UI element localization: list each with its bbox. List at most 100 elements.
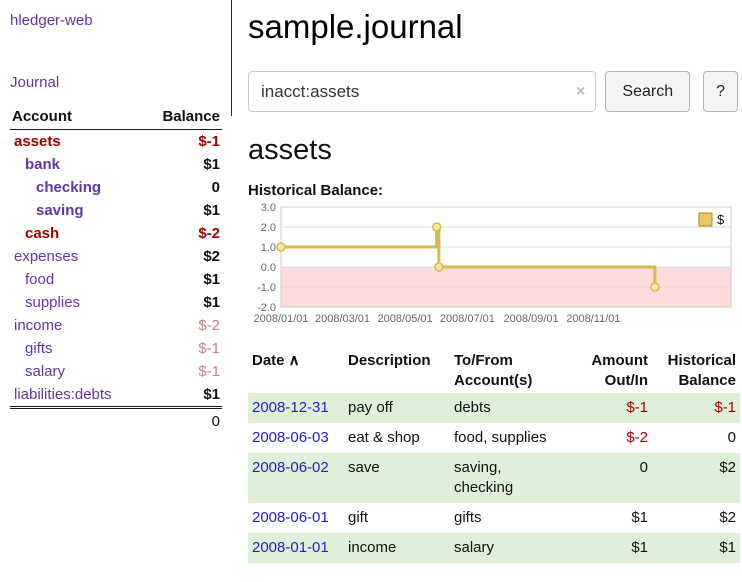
account-row: bank $1 [10,153,222,176]
register-description: income [344,533,450,563]
svg-text:2008/01/01: 2008/01/01 [253,313,308,325]
register-header-row: Date ∧DescriptionTo/From Account(s)Amoun… [248,349,740,393]
account-link-expenses[interactable]: expenses [14,248,78,265]
register-description: pay off [344,393,450,423]
chart-title: Historical Balance: [248,182,738,199]
svg-text:2008/03/01: 2008/03/01 [315,313,370,325]
account-row: salary $-1 [10,360,222,383]
account-link-food[interactable]: food [25,271,54,288]
account-row: liabilities:debts $1 [10,383,222,408]
account-balance: $-1 [143,130,222,154]
register-row: 2008-06-02savesaving, checking0$2 [248,453,740,503]
register-balance: $2 [652,503,740,533]
register-header-date[interactable]: Date ∧ [248,349,344,393]
transaction-date-link[interactable]: 2008-06-01 [252,509,329,526]
account-name-cell: assets [10,130,143,154]
account-balance: $2 [143,245,222,268]
register-header-historical-balance: Historical Balance [652,349,740,393]
register-amount: 0 [572,453,652,503]
account-link-cash[interactable]: cash [25,225,59,242]
accounts-header-balance: Balance [143,104,222,130]
account-name-cell: cash [10,222,143,245]
svg-text:$: $ [717,212,725,227]
account-balance: $-2 [143,314,222,337]
transaction-date-link[interactable]: 2008-01-01 [252,539,329,556]
account-name-cell: expenses [10,245,143,268]
register-description: gift [344,503,450,533]
sidebar-nav: Journal [10,74,222,92]
account-balance: $1 [143,291,222,314]
accounts-header-row: Account Balance [10,104,222,130]
account-balance: $-2 [143,222,222,245]
sidebar-divider [231,0,232,116]
account-balance: $-1 [143,360,222,383]
register-row: 2008-06-01giftgifts$1$2 [248,503,740,533]
account-balance: $-1 [143,337,222,360]
account-link-liabilities-debts[interactable]: liabilities:debts [14,386,112,403]
transaction-date-link[interactable]: 2008-06-02 [252,459,329,476]
register-row: 2008-06-03 eat & shopfood, supplies$-20 [248,423,740,453]
account-balance: $1 [143,268,222,291]
register-date-cell: 2008-12-31 [248,393,344,423]
register-date-cell: 2008-06-02 [248,453,344,503]
account-name-cell: checking [10,176,143,199]
clear-search-icon[interactable]: × [576,83,585,101]
register-row: 2008-12-31pay offdebts$-1$-1 [248,393,740,423]
account-row: saving $1 [10,199,222,222]
svg-text:1.0: 1.0 [261,242,276,254]
account-link-assets[interactable]: assets [14,133,61,150]
svg-text:2.0: 2.0 [261,222,276,234]
register-accounts: debts [450,393,572,423]
register-description: save [344,453,450,503]
sort-ascending-icon[interactable]: ∧ [285,352,300,369]
register-amount: $-1 [572,393,652,423]
accounts-total-row: 0 [10,408,222,434]
register-amount: $1 [572,533,652,563]
register-table: Date ∧DescriptionTo/From Account(s)Amoun… [248,349,740,563]
register-description: eat & shop [344,423,450,453]
account-name-cell: salary [10,360,143,383]
nav-journal-link[interactable]: Journal [10,74,59,91]
page-title: sample.journal [248,8,738,46]
register-header-amount-out-in: Amount Out/In [572,349,652,393]
register-accounts: saving, checking [450,453,572,503]
register-amount: $-2 [572,423,652,453]
search-input[interactable] [248,71,596,112]
svg-text:2008/09/01: 2008/09/01 [504,313,559,325]
account-row: food $1 [10,268,222,291]
register-header-to-from-account-s-: To/From Account(s) [450,349,572,393]
search-bar: × Search ? [248,71,738,112]
register-accounts: food, supplies [450,423,572,453]
account-row: checking0 [10,176,222,199]
register-balance: 0 [652,423,740,453]
search-button[interactable]: Search [605,71,690,112]
svg-text:2008/07/01: 2008/07/01 [440,313,495,325]
accounts-header-account: Account [10,104,143,130]
account-name-cell: saving [10,199,143,222]
register-balance: $1 [652,533,740,563]
account-balance: $1 [143,153,222,176]
account-link-saving[interactable]: saving [36,202,84,219]
sidebar: hledger-web Journal Account Balance asse… [0,0,232,433]
transaction-date-link[interactable]: 2008-12-31 [252,399,329,416]
account-link-salary[interactable]: salary [25,363,65,380]
help-button[interactable]: ? [703,71,738,112]
account-link-bank[interactable]: bank [25,156,60,173]
register-date-cell: 2008-06-03 [248,423,344,453]
register-row: 2008-01-01incomesalary$1$1 [248,533,740,563]
account-name-cell: food [10,268,143,291]
account-name-cell: gifts [10,337,143,360]
transaction-date-link[interactable]: 2008-06-03 [252,429,329,446]
brand-link[interactable]: hledger-web [10,12,93,29]
account-row: supplies $1 [10,291,222,314]
account-balance: $1 [143,383,222,408]
account-link-supplies[interactable]: supplies [25,294,80,311]
account-row: gifts $-1 [10,337,222,360]
svg-text:0.0: 0.0 [261,262,276,274]
account-link-checking[interactable]: checking [36,179,101,196]
account-link-gifts[interactable]: gifts [25,340,53,357]
account-balance: $1 [143,199,222,222]
account-name-cell: income [10,314,143,337]
account-heading: assets [248,134,738,167]
account-link-income[interactable]: income [14,317,62,334]
